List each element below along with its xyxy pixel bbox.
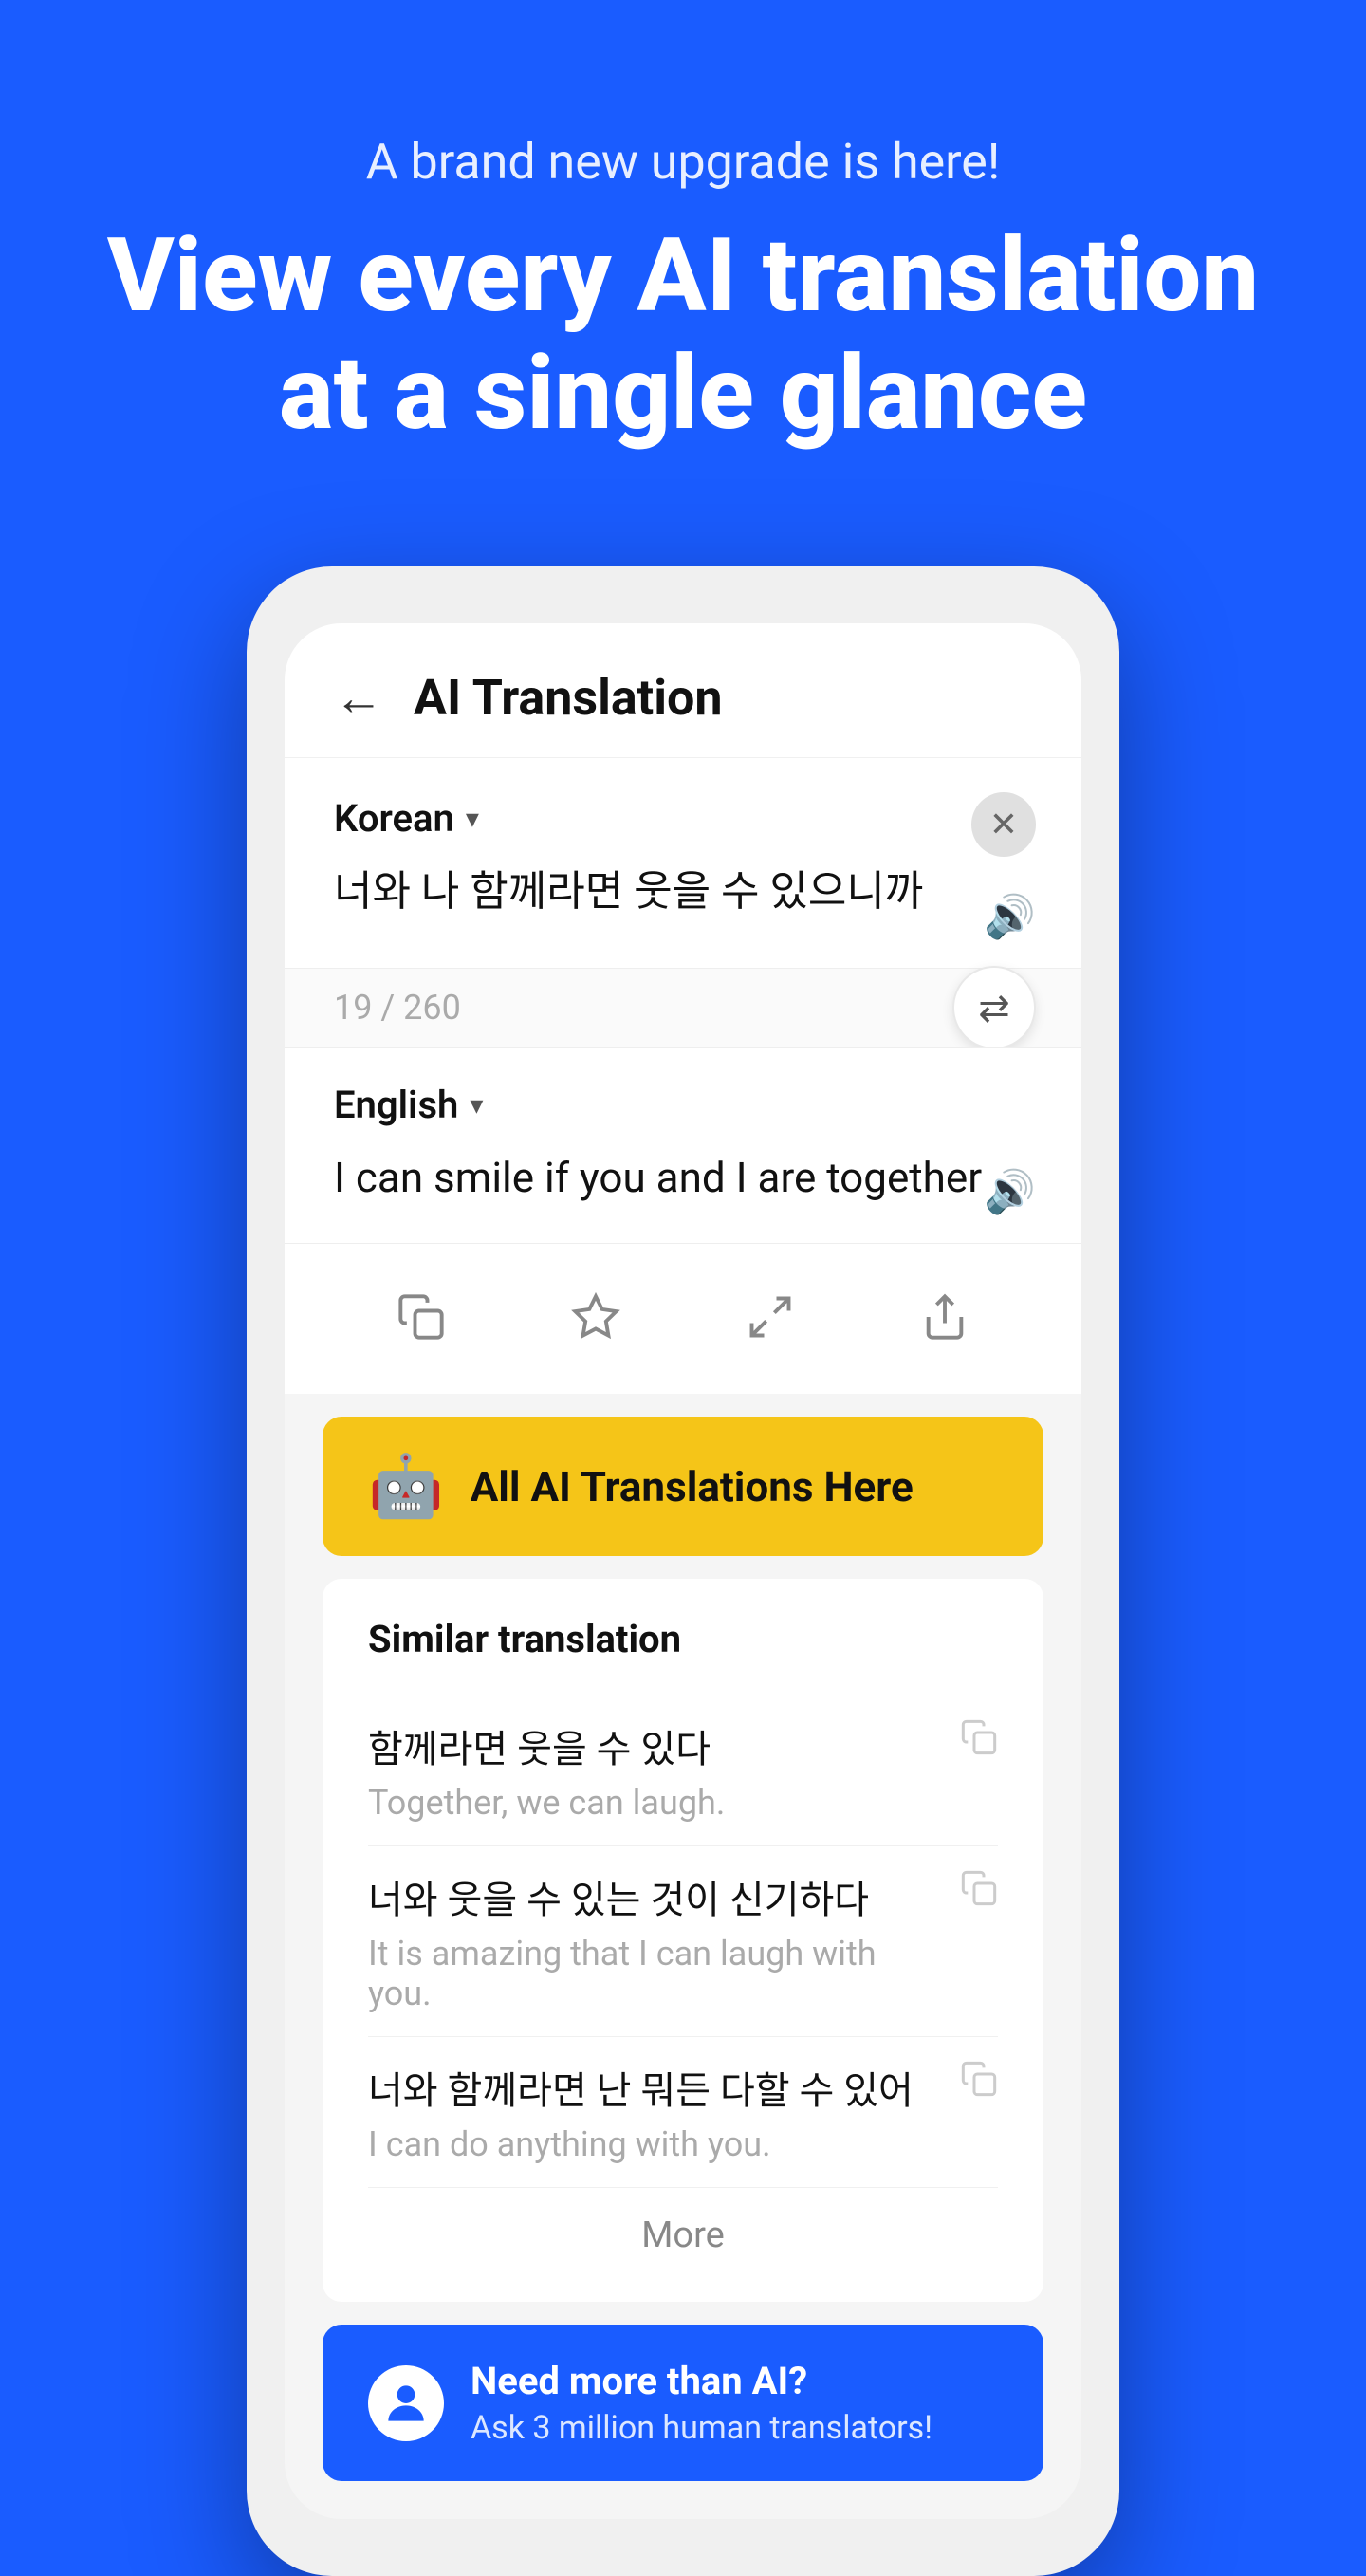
- target-lang-name: English: [334, 1083, 458, 1127]
- similar-translations-section: Similar translation 함께라면 웃을 수 있다 Togethe…: [323, 1579, 1043, 2302]
- source-lang-name: Korean: [334, 796, 454, 841]
- human-translator-banner[interactable]: Need more than AI? Ask 3 million human t…: [323, 2325, 1043, 2481]
- target-lang-chevron: ▾: [470, 1089, 483, 1121]
- target-lang-selector[interactable]: English ▾: [334, 1083, 1032, 1127]
- similar-korean-2: 너와 함께라면 난 뭐든 다할 수 있어: [368, 2060, 914, 2115]
- similar-item-text: 함께라면 웃을 수 있다 Together, we can laugh.: [368, 1718, 725, 1823]
- human-banner-subtitle: Ask 3 million human translators!: [471, 2409, 932, 2447]
- ai-banner-label: All AI Translations Here: [471, 1462, 914, 1511]
- similar-korean-1: 너와 웃을 수 있는 것이 신기하다: [368, 1869, 941, 1924]
- similar-korean-0: 함께라면 웃을 수 있다: [368, 1718, 725, 1773]
- more-button[interactable]: More: [368, 2188, 998, 2264]
- list-item: 함께라면 웃을 수 있다 Together, we can laugh.: [368, 1696, 998, 1846]
- similar-english-2: I can do anything with you.: [368, 2124, 914, 2164]
- app-header: ← AI Translation: [285, 623, 1081, 758]
- subtitle-text: A brand new upgrade is here!: [107, 133, 1259, 191]
- human-banner-title: Need more than AI?: [471, 2359, 932, 2403]
- copy-item-0-button[interactable]: [960, 1718, 998, 1766]
- robot-icon: 🤖: [368, 1451, 444, 1522]
- favorite-button[interactable]: [553, 1274, 638, 1360]
- swap-languages-button[interactable]: ⇄: [952, 966, 1036, 1049]
- source-text: 너와 나 함께라면 웃을 수 있으니까: [334, 860, 1032, 922]
- human-text-block: Need more than AI? Ask 3 million human t…: [471, 2359, 932, 2447]
- expand-button[interactable]: [728, 1274, 813, 1360]
- human-avatar: [368, 2365, 444, 2441]
- action-bar: [285, 1243, 1081, 1394]
- source-speaker-button[interactable]: 🔊: [984, 892, 1036, 941]
- clear-input-button[interactable]: ✕: [971, 792, 1036, 857]
- similar-item-text: 너와 웃을 수 있는 것이 신기하다 It is amazing that I …: [368, 1869, 941, 2013]
- list-item: 너와 웃을 수 있는 것이 신기하다 It is amazing that I …: [368, 1846, 998, 2037]
- list-item: 너와 함께라면 난 뭐든 다할 수 있어 I can do anything w…: [368, 2037, 998, 2188]
- source-lang-chevron: ▾: [466, 803, 479, 834]
- similar-english-0: Together, we can laugh.: [368, 1783, 725, 1823]
- main-title: View every AI translation at a single gl…: [107, 217, 1259, 453]
- source-panel: Korean ▾ ✕ 너와 나 함께라면 웃을 수 있으니까 🔊: [285, 758, 1081, 968]
- copy-item-2-button[interactable]: [960, 2060, 998, 2107]
- copy-button[interactable]: [378, 1274, 464, 1360]
- source-lang-selector[interactable]: Korean ▾: [334, 796, 1032, 841]
- target-speaker-button[interactable]: 🔊: [984, 1167, 1036, 1216]
- target-text: I can smile if you and I are together: [334, 1146, 1032, 1209]
- char-count-text: 19 / 260: [334, 988, 461, 1028]
- ai-translations-banner[interactable]: 🤖 All AI Translations Here: [323, 1417, 1043, 1556]
- page-title: AI Translation: [414, 669, 723, 727]
- target-panel: English ▾ I can smile if you and I are t…: [285, 1047, 1081, 1243]
- char-count-bar: 19 / 260 ⇄: [285, 968, 1081, 1047]
- copy-item-1-button[interactable]: [960, 1869, 998, 1917]
- phone-mockup: ← AI Translation Korean ▾ ✕ 너와 나 함께라면 웃을…: [247, 566, 1119, 2576]
- share-button[interactable]: [902, 1274, 988, 1360]
- similar-item-text: 너와 함께라면 난 뭐든 다할 수 있어 I can do anything w…: [368, 2060, 914, 2164]
- translation-area: Korean ▾ ✕ 너와 나 함께라면 웃을 수 있으니까 🔊 19 / 26…: [285, 758, 1081, 1394]
- similar-english-1: It is amazing that I can laugh with you.: [368, 1934, 941, 2013]
- top-header: A brand new upgrade is here! View every …: [107, 133, 1259, 453]
- similar-title: Similar translation: [368, 1617, 998, 1661]
- back-button[interactable]: ←: [334, 669, 383, 727]
- phone-screen: ← AI Translation Korean ▾ ✕ 너와 나 함께라면 웃을…: [285, 623, 1081, 2519]
